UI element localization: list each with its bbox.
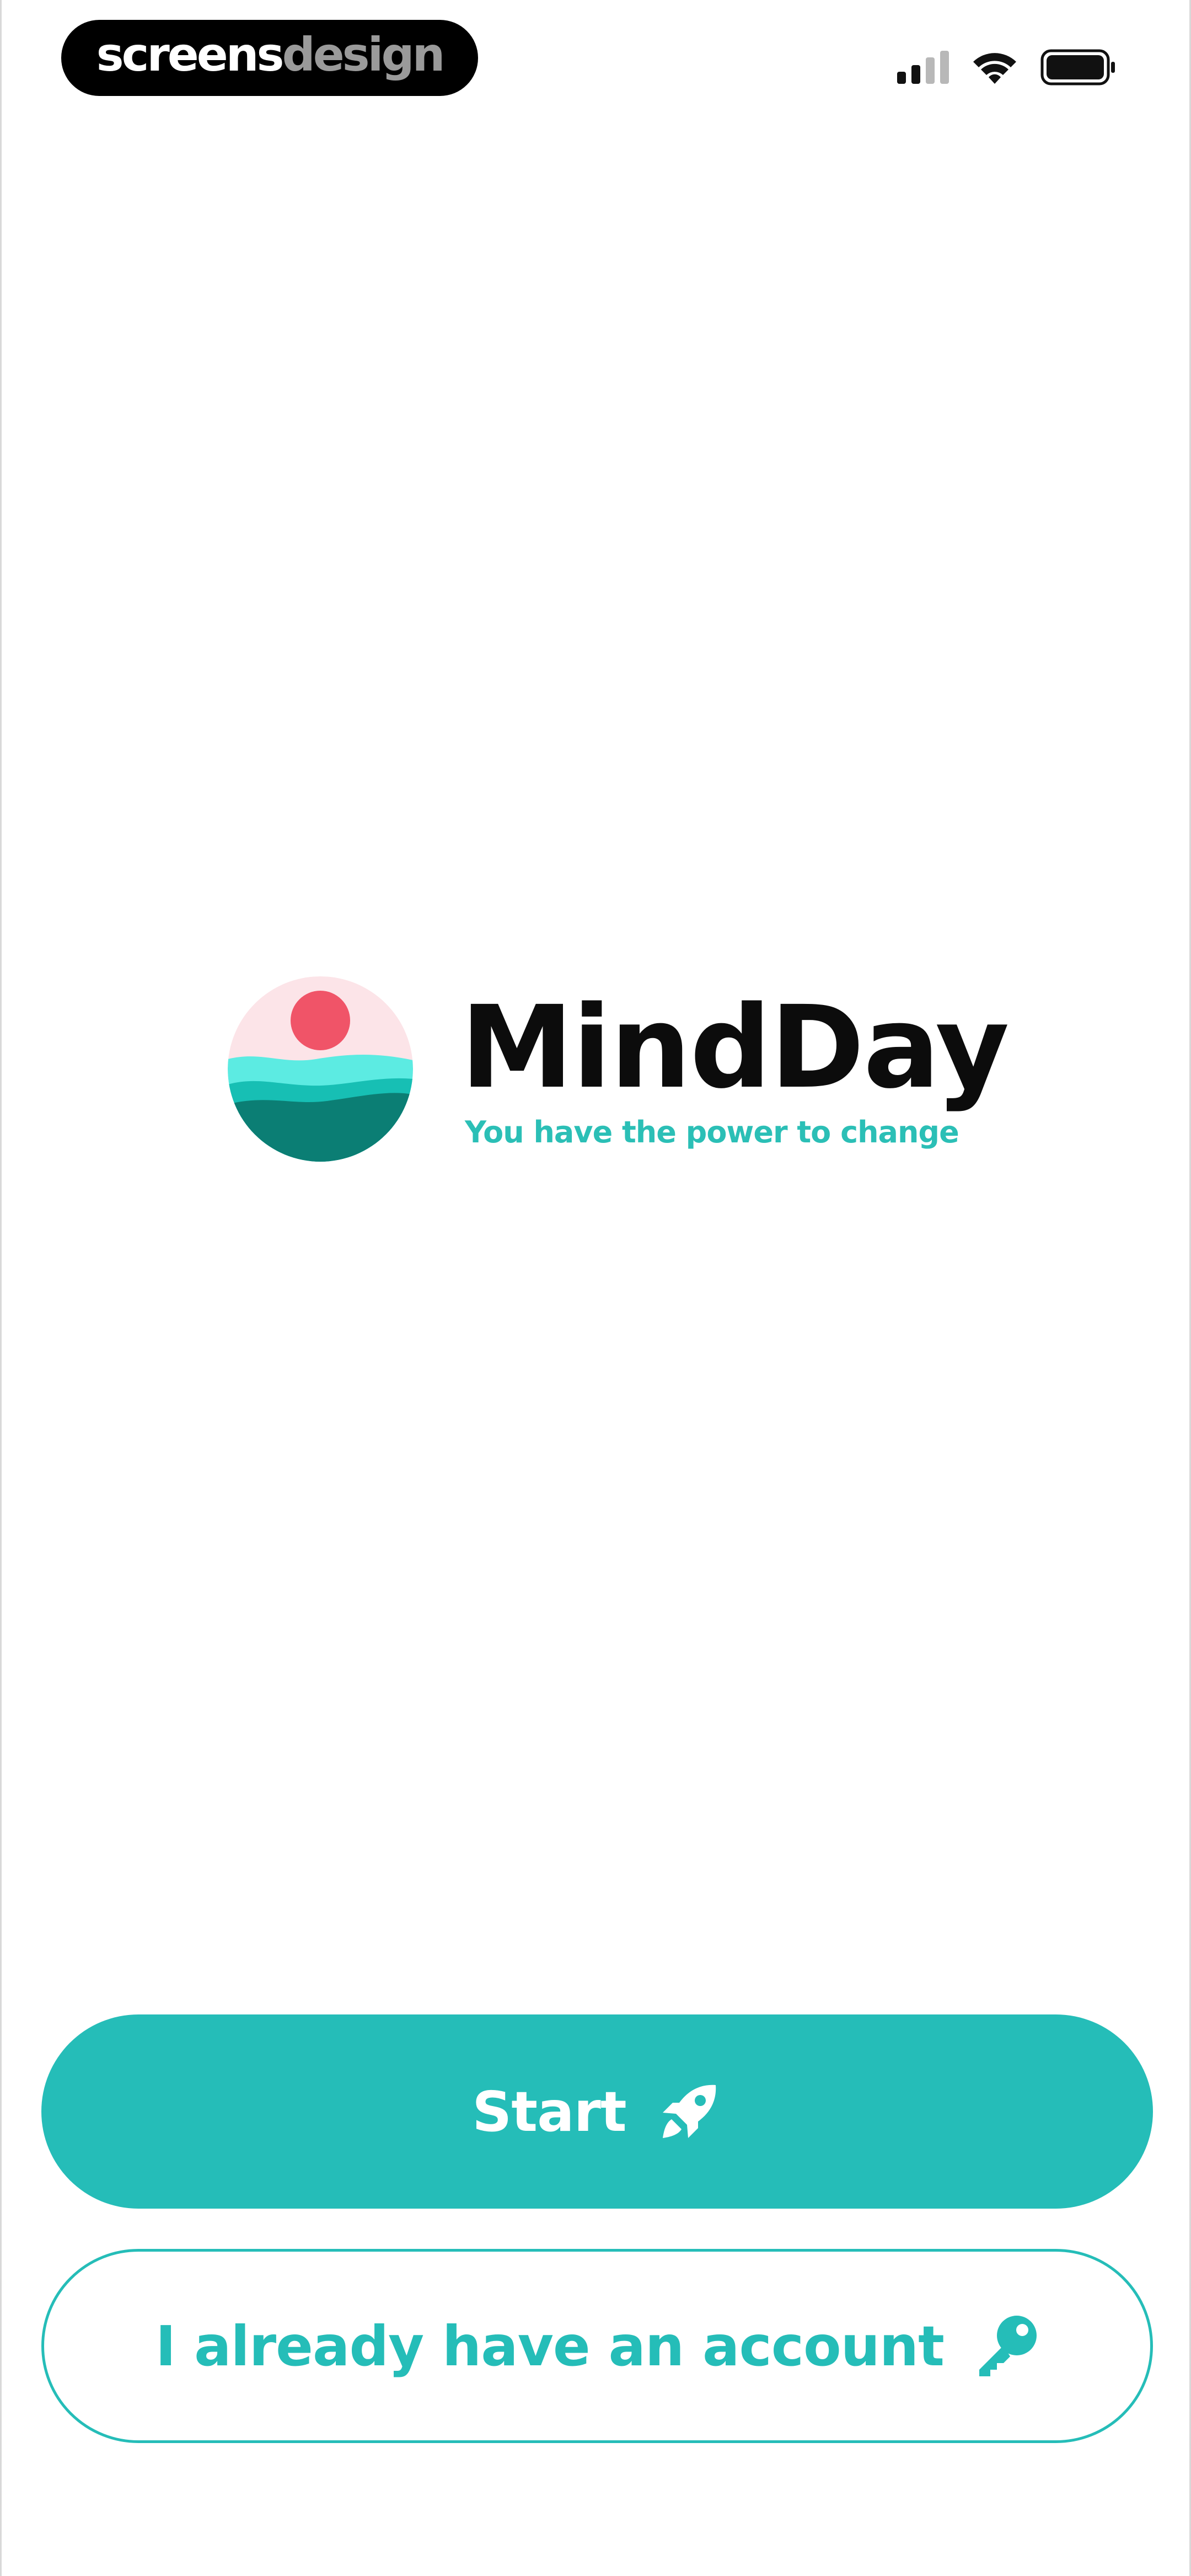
existing-account-button[interactable]: I already have an account [41, 2249, 1153, 2443]
wifi-icon [973, 53, 1016, 84]
status-icons [897, 46, 1117, 88]
rocket-icon [656, 2078, 722, 2145]
app-tagline: You have the power to change [465, 1115, 959, 1150]
welcome-screen: screens design MindDay You have the powe… [0, 0, 1191, 2576]
existing-account-button-label: I already have an account [155, 2313, 945, 2379]
battery-icon [1040, 49, 1115, 85]
screensdesign-watermark: screens design [61, 20, 478, 96]
key-icon [974, 2313, 1039, 2379]
app-name: MindDay [460, 981, 1010, 1114]
cellular-signal-icon [897, 51, 949, 84]
watermark-text-design: design [282, 28, 446, 82]
start-button-label: Start [472, 2079, 626, 2144]
app-logo: MindDay You have the power to change [228, 976, 1010, 1162]
start-button[interactable]: Start [41, 2014, 1153, 2209]
logo-text: MindDay You have the power to change [460, 981, 1010, 1150]
watermark-text-screens: screens [96, 28, 285, 82]
sunset-waves-logo-icon [228, 976, 413, 1162]
